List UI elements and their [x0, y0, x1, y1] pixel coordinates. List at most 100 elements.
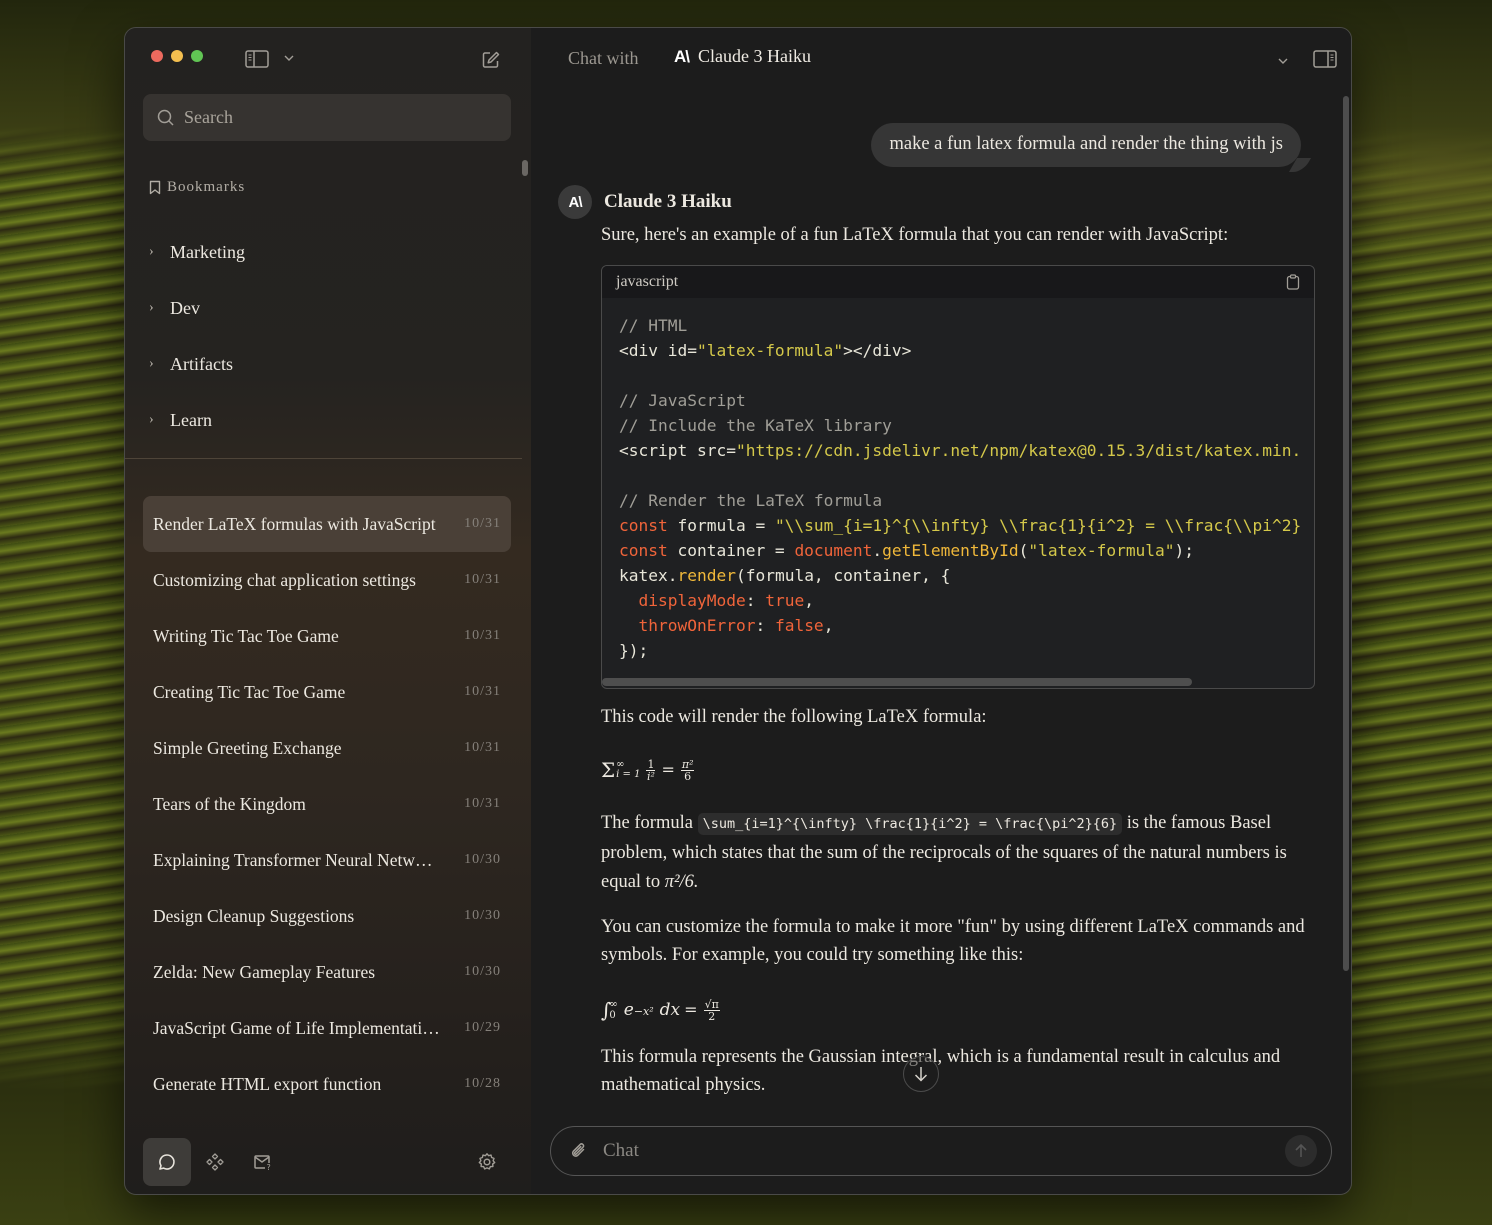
chat-title: Creating Tic Tac Toe Game: [153, 681, 346, 702]
code-horizontal-scrollbar[interactable]: [602, 678, 1314, 688]
chat-scrollbar[interactable]: [1343, 96, 1349, 971]
zoom-window-button[interactable]: [191, 50, 203, 62]
close-window-button[interactable]: [151, 50, 163, 62]
paperclip-icon[interactable]: [569, 1141, 589, 1161]
scroll-to-bottom-button[interactable]: [903, 1056, 939, 1092]
chat-title: Design Cleanup Suggestions: [153, 905, 355, 926]
folder-learn[interactable]: › Learn: [149, 392, 245, 448]
chat-history-item[interactable]: Explaining Transformer Neural Netw… 10/3…: [143, 832, 511, 888]
code-line: // HTML: [619, 316, 688, 335]
differential: dx: [659, 1000, 681, 1020]
chat-header: Chat with A\ Claude 3 Haiku: [531, 28, 1351, 90]
chat-title: Customizing chat application settings: [153, 569, 416, 590]
search-input[interactable]: [184, 107, 484, 128]
chat-title: Render LaTeX formulas with JavaScript: [153, 513, 436, 534]
code-line: // Include the KaTeX library: [619, 416, 892, 435]
search-icon: [157, 109, 174, 126]
sidebar: Bookmarks › Marketing › Dev › Artifacts …: [125, 28, 531, 1194]
folder-list: › Marketing › Dev › Artifacts › Learn: [149, 224, 245, 448]
send-button[interactable]: [1285, 1135, 1317, 1167]
formula-gaussian: ∫ ∞ 0 e −x² dx = √π 2: [601, 993, 1317, 1027]
exponent: −x²: [633, 1005, 654, 1018]
chat-history-item[interactable]: Tears of the Kingdom 10/31: [143, 776, 511, 832]
chat-title: JavaScript Game of Life Implementati…: [153, 1017, 440, 1038]
chat-history-item[interactable]: Design Cleanup Suggestions 10/30: [143, 888, 511, 944]
arrow-up-icon: [1295, 1143, 1307, 1157]
chat-history-item[interactable]: JavaScript Game of Life Implementati… 10…: [143, 1000, 511, 1056]
clipboard-copy-icon[interactable]: [1286, 274, 1300, 290]
settings-button[interactable]: [463, 1138, 511, 1186]
chevron-right-icon: ›: [149, 244, 154, 259]
sidebar-scrollbar[interactable]: [522, 160, 528, 176]
model-selector[interactable]: A\ Claude 3 Haiku: [674, 46, 811, 67]
chevron-down-icon[interactable]: [283, 52, 295, 64]
chat-history-item[interactable]: Generate HTML export function 10/28: [143, 1056, 511, 1112]
gear-icon: [478, 1153, 496, 1170]
chat-date: 10/31: [464, 684, 501, 699]
code-line: // JavaScript: [619, 391, 746, 410]
right-panel-toggle-icon[interactable]: [1313, 50, 1337, 68]
chat-title: Explaining Transformer Neural Netw…: [153, 849, 433, 870]
assistant-avatar: A\: [558, 185, 592, 219]
folder-label: Marketing: [170, 241, 245, 262]
window-controls: [151, 50, 203, 62]
chat-date: 10/30: [464, 908, 501, 923]
rhs-denominator: 2: [708, 1009, 716, 1023]
search-field[interactable]: [143, 94, 511, 141]
code-language: javascript: [616, 273, 679, 290]
code-block: javascript // HTML <div id="latex-formula…: [601, 265, 1315, 689]
new-chat-icon[interactable]: [481, 50, 501, 70]
chat-composer: [550, 1126, 1332, 1176]
minimize-window-button[interactable]: [171, 50, 183, 62]
rhs-denominator: 6: [684, 769, 692, 783]
chat-history-item[interactable]: Creating Tic Tac Toe Game 10/31: [143, 664, 511, 720]
code-content[interactable]: // HTML <div id="latex-formula"></div> //…: [602, 298, 1314, 678]
prompts-diamonds-icon: [206, 1153, 224, 1171]
folder-dev[interactable]: › Dev: [149, 280, 245, 336]
chat-date: 10/29: [464, 1020, 501, 1035]
code-line: const formula = "\\sum_{i=1}^{\\infty} \…: [619, 516, 1302, 535]
chevron-down-icon[interactable]: [1277, 55, 1289, 67]
svg-text:?: ?: [267, 1163, 271, 1172]
chat-title: Writing Tic Tac Toe Game: [153, 625, 339, 646]
code-line: const container = document.getElementByI…: [619, 541, 1195, 560]
code-line: throwOnError: false,: [638, 616, 834, 635]
chats-tab-button[interactable]: [143, 1138, 191, 1186]
folder-marketing[interactable]: › Marketing: [149, 224, 245, 280]
chat-title: Simple Greeting Exchange: [153, 737, 342, 758]
int-lower-limit: 0: [609, 1010, 616, 1021]
chat-history-list: Render LaTeX formulas with JavaScript 10…: [143, 496, 511, 1112]
bookmark-icon: [149, 180, 161, 195]
code-line: katex.render(formula, container, {: [619, 566, 951, 585]
prompts-tab-button[interactable]: [191, 1138, 239, 1186]
frac-numerator: 1: [646, 757, 656, 771]
text-span: π²/6.: [664, 872, 699, 892]
chat-bubble-icon: [159, 1154, 175, 1170]
formula-basel: Σ ∞ i = 1 1 i² = π² 6: [601, 757, 695, 783]
code-line: <script src="https://cdn.jsdelivr.net/np…: [619, 441, 1302, 460]
chat-panel: Chat with A\ Claude 3 Haiku make a fun l…: [531, 28, 1351, 1194]
chat-title: Tears of the Kingdom: [153, 793, 306, 814]
chat-history-item[interactable]: Writing Tic Tac Toe Game 10/31: [143, 608, 511, 664]
integrand: e: [623, 1000, 634, 1020]
chat-history-item[interactable]: Zelda: New Gameplay Features 10/30: [143, 944, 511, 1000]
chat-history-item[interactable]: Customizing chat application settings 10…: [143, 552, 511, 608]
feedback-tab-button[interactable]: ?: [239, 1138, 287, 1186]
rhs-numerator: π²: [680, 757, 695, 771]
after-code-text: This code will render the following LaTe…: [601, 707, 987, 727]
code-scroll-thumb[interactable]: [602, 678, 1192, 686]
app-window: Bookmarks › Marketing › Dev › Artifacts …: [124, 27, 1352, 1195]
anthropic-logo-icon: A\: [568, 193, 583, 211]
folder-label: Learn: [170, 409, 212, 430]
chat-history-item[interactable]: Render LaTeX formulas with JavaScript 10…: [143, 496, 511, 552]
chat-date: 10/31: [464, 796, 501, 811]
sidebar-toggle-icon[interactable]: [245, 50, 269, 68]
chat-input[interactable]: [603, 1140, 1285, 1162]
chevron-right-icon: ›: [149, 356, 154, 371]
code-line: // Render the LaTeX formula: [619, 491, 883, 510]
assistant-message: Sure, here's an example of a fun LaTeX f…: [601, 221, 1317, 1099]
chat-history-item[interactable]: Simple Greeting Exchange 10/31: [143, 720, 511, 776]
folder-artifacts[interactable]: › Artifacts: [149, 336, 245, 392]
